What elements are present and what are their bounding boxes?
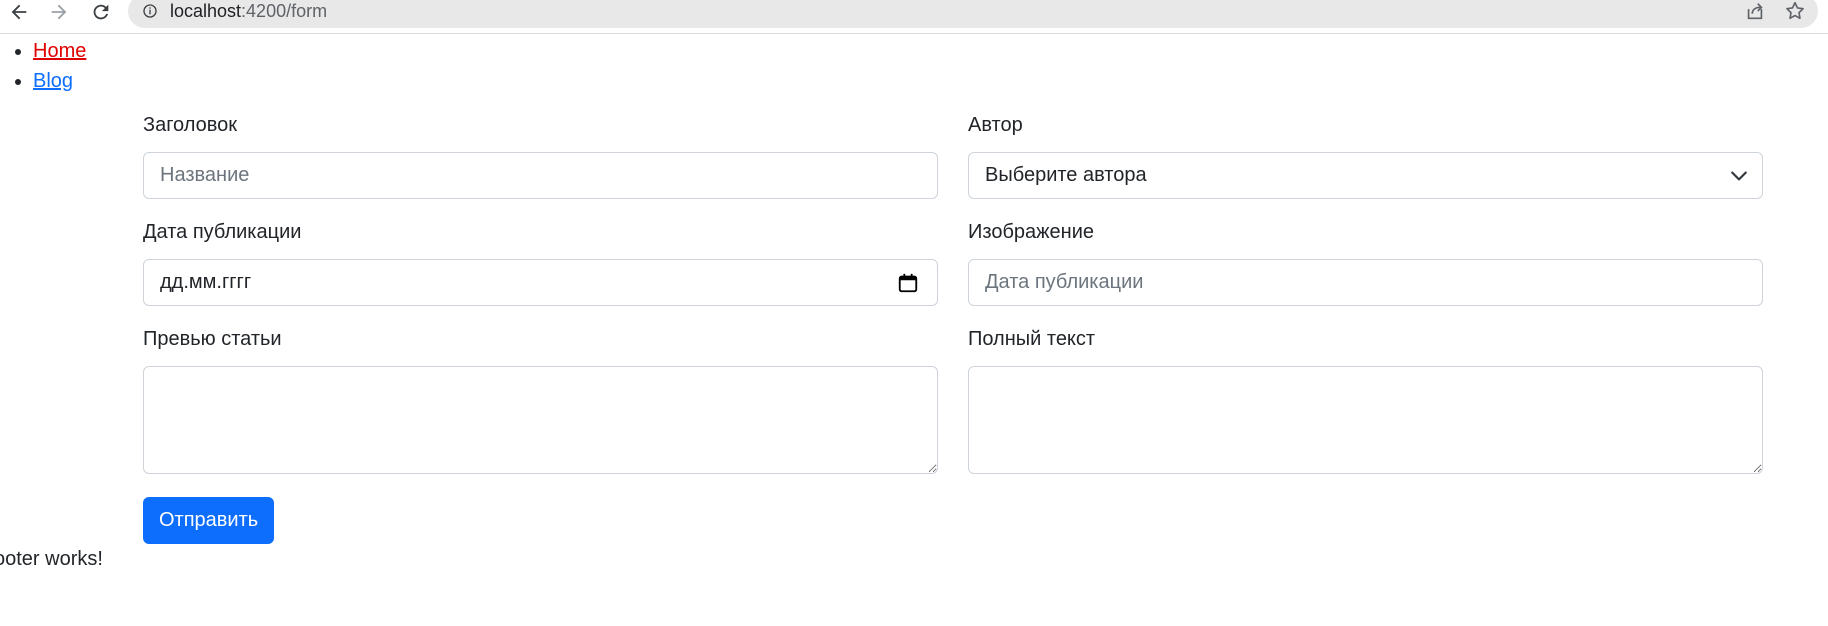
address-bar[interactable]: localhost:4200/form xyxy=(128,0,1818,28)
image-field: Изображение xyxy=(968,219,1763,306)
date-label: Дата публикации xyxy=(143,221,302,243)
author-select[interactable]: Выберите автора xyxy=(968,152,1763,199)
calendar-icon[interactable] xyxy=(897,272,919,294)
preview-field: Превью статьи xyxy=(143,326,938,474)
browser-toolbar: localhost:4200/form xyxy=(0,0,1828,34)
blog-link[interactable]: Blog xyxy=(33,70,73,92)
nav-item-blog: Blog xyxy=(33,66,86,96)
title-label: Заголовок xyxy=(143,114,238,136)
reload-button[interactable] xyxy=(86,0,116,24)
fulltext-label: Полный текст xyxy=(968,328,1096,350)
reload-icon xyxy=(93,4,109,20)
fulltext-textarea[interactable] xyxy=(968,366,1763,474)
nav-item-home: Home xyxy=(33,36,86,66)
nav-list: Home Blog xyxy=(0,36,86,96)
title-input[interactable] xyxy=(143,152,938,199)
image-input[interactable] xyxy=(968,259,1763,306)
url-path: :4200/form xyxy=(241,1,328,21)
author-selected-value: Выберите автора xyxy=(985,164,1147,186)
author-label: Автор xyxy=(968,114,1023,136)
date-input[interactable]: дд.мм.гггг xyxy=(143,259,938,306)
footer-text: ooter works! xyxy=(0,548,103,570)
preview-textarea[interactable] xyxy=(143,366,938,474)
arrow-right-icon xyxy=(51,4,67,20)
url-text: localhost:4200/form xyxy=(170,0,327,22)
preview-label: Превью статьи xyxy=(143,328,282,350)
submit-button[interactable]: Отправить xyxy=(143,497,275,544)
title-field: Заголовок xyxy=(143,112,938,199)
share-icon[interactable] xyxy=(1744,0,1766,22)
date-value: дд.мм.гггг xyxy=(160,271,252,293)
forward-button[interactable] xyxy=(44,0,74,24)
url-host: localhost xyxy=(170,1,242,21)
home-link[interactable]: Home xyxy=(33,40,86,62)
author-field: Автор Выберите автора xyxy=(968,112,1763,199)
image-label: Изображение xyxy=(968,221,1094,243)
star-icon[interactable] xyxy=(1784,0,1806,22)
info-icon[interactable] xyxy=(142,3,158,19)
chevron-down-icon xyxy=(1731,171,1747,181)
fulltext-field: Полный текст xyxy=(968,326,1763,474)
arrow-left-icon xyxy=(11,4,27,20)
date-field: Дата публикации дд.мм.гггг xyxy=(143,219,938,306)
back-button[interactable] xyxy=(4,0,34,24)
